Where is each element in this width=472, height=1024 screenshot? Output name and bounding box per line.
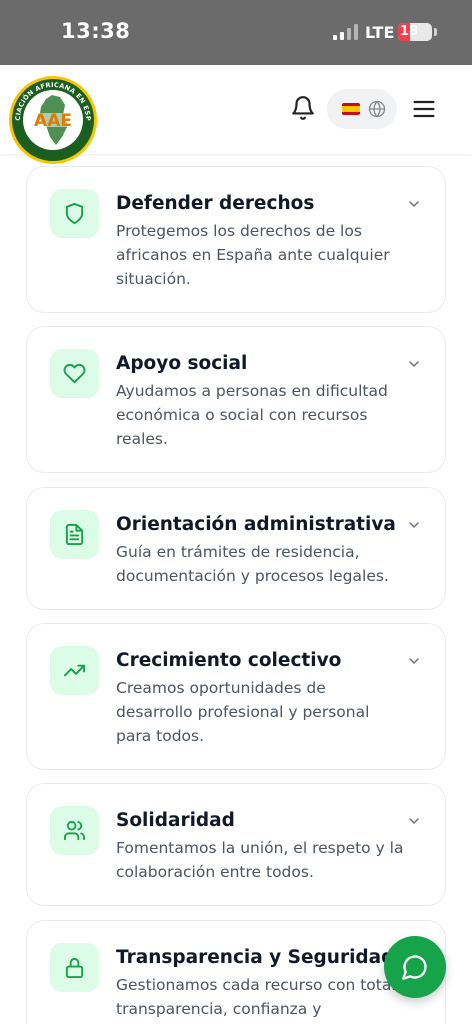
language-selector[interactable] [327,89,397,129]
card-description: Fomentamos la unión, el respeto y la cola… [116,839,404,881]
feature-card-apoyo-social[interactable]: Apoyo social Ayudamos a personas en difi… [26,326,446,473]
network-type: LTE [365,23,395,42]
status-bar: 13:38 LTE 18 [0,0,472,65]
chevron-down-icon[interactable] [406,517,422,533]
feature-card-orientacion-administrativa[interactable]: Orientación administrativa Guía en trámi… [26,487,446,610]
spain-flag-icon [342,103,360,115]
shield-icon [65,202,84,225]
feature-card-solidaridad[interactable]: Solidaridad Fomentamos la unión, el resp… [26,783,446,906]
logo-monogram: AAE [34,111,72,131]
feature-card-defender-derechos[interactable]: Defender derechos Protegemos los derecho… [26,166,446,313]
cellular-signal-icon [333,24,359,40]
chat-button[interactable] [384,936,446,998]
card-icon-tile [50,189,99,238]
card-description: Creamos oportunidades de desarrollo profe… [116,679,370,745]
bell-icon[interactable] [290,95,316,121]
card-title: Crecimiento colectivo [116,650,342,671]
association-logo[interactable]: AAE ASOCIACIÓN AFRICANA EN ESPAÑA [8,75,98,165]
battery-percent: 18 [400,24,419,39]
card-title: Solidaridad [116,810,235,831]
globe-icon [368,100,386,118]
chevron-down-icon[interactable] [406,356,422,372]
heart-icon [63,363,86,384]
trending-up-icon [63,664,86,677]
lock-icon [65,957,84,979]
card-icon-tile [50,646,99,695]
card-description: Gestionamos cada recurso con total transp… [116,976,396,1018]
chevron-down-icon[interactable] [406,813,422,829]
chevron-down-icon[interactable] [406,653,422,669]
users-icon [63,820,86,841]
document-icon [65,523,84,546]
status-time: 13:38 [61,19,131,43]
chat-bubble-icon [402,955,427,980]
card-icon-tile [50,349,99,398]
card-description: Protegemos los derechos de los africanos … [116,222,390,288]
card-description: Guía en trámites de residencia, documenta… [116,543,389,585]
card-icon-tile [50,806,99,855]
card-description: Ayudamos a personas en dificultad económi… [116,382,388,448]
site-header: AAE ASOCIACIÓN AFRICANA EN ESPAÑA [0,65,472,164]
card-title: Orientación administrativa [116,514,396,535]
hamburger-menu-icon[interactable] [410,95,438,123]
card-title: Transparencia y Seguridad [116,947,395,968]
card-title: Apoyo social [116,353,248,374]
battery-cap [434,28,437,36]
card-title: Defender derechos [116,193,315,214]
card-icon-tile [50,510,99,559]
feature-card-transparencia-seguridad[interactable]: Transparencia y Seguridad Gestionamos ca… [26,920,446,1024]
card-icon-tile [50,943,99,992]
feature-card-crecimiento-colectivo[interactable]: Crecimiento colectivo Creamos oportunida… [26,623,446,770]
chevron-down-icon[interactable] [406,196,422,212]
battery-icon: 18 [398,23,432,41]
